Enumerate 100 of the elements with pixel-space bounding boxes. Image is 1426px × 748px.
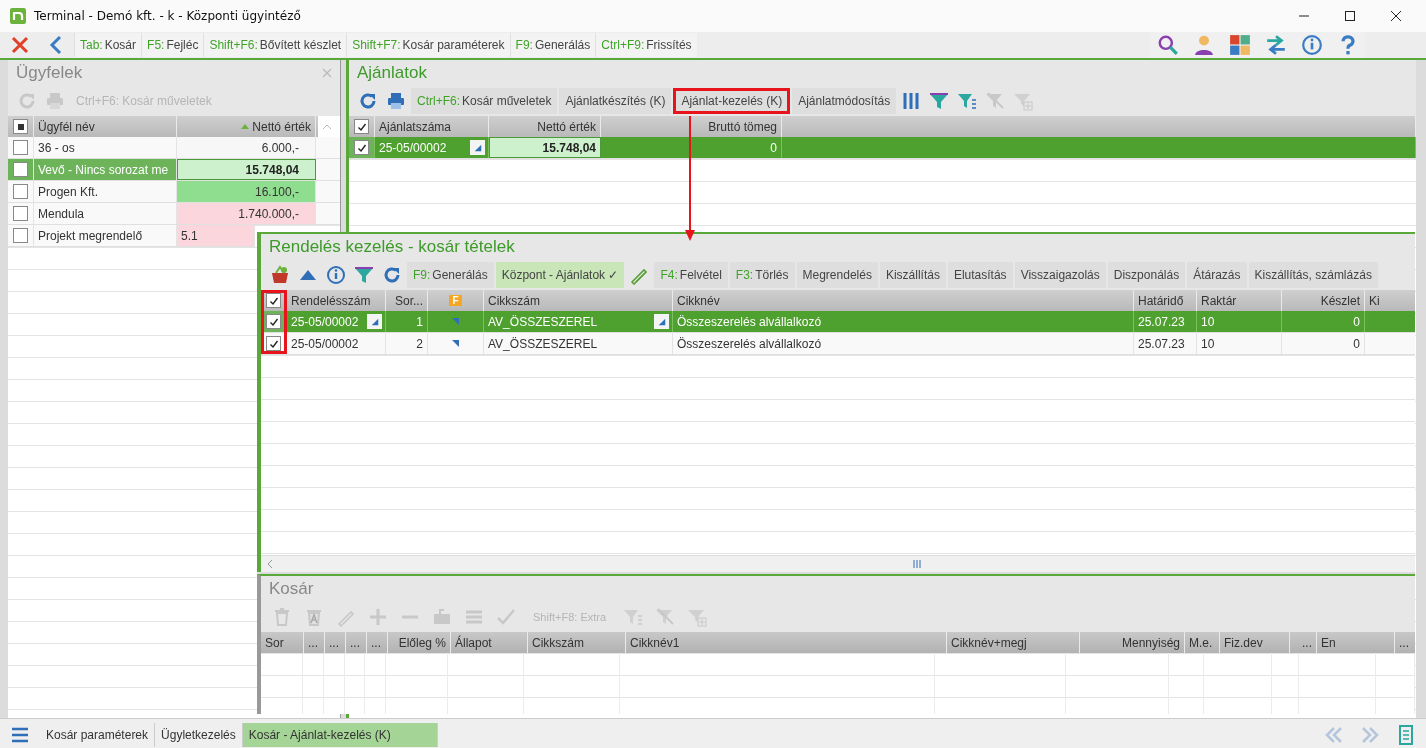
columns-icon[interactable] xyxy=(901,91,922,111)
column-header[interactable]: Bruttó tömeg xyxy=(708,119,777,134)
document-icon[interactable] xyxy=(1396,724,1416,745)
column-header[interactable]: Nettó érték xyxy=(252,119,311,134)
column-header[interactable]: Előleg % xyxy=(398,635,446,650)
column-header[interactable]: Nettó érték xyxy=(537,119,596,134)
column-header[interactable]: Fiz.dev xyxy=(1224,635,1263,650)
column-header[interactable]: Ki xyxy=(1369,293,1380,308)
toolbar-button[interactable]: Shift+F7: Kosár paraméterek xyxy=(346,33,510,57)
toolbar-button[interactable]: Kiszállítás, számlázás xyxy=(1248,262,1378,288)
header-checkbox[interactable] xyxy=(354,119,369,134)
toolbar-button[interactable]: F4: Felvétel xyxy=(654,262,728,288)
table-row[interactable]: 25-05/00002 2 AV_ÖSSZESZEREL Összeszerelés alvállalkozó 25.07.23 10 0 xyxy=(261,333,1415,355)
toolbar-button[interactable]: F9: Generálás xyxy=(407,262,494,288)
value-cell: 5.1 xyxy=(177,225,255,246)
scroll-up-icon[interactable] xyxy=(322,123,332,130)
toolbar-button[interactable]: Diszponálás xyxy=(1107,262,1186,288)
column-header[interactable]: ... xyxy=(350,635,360,650)
toolbar-button[interactable]: Központ - Ajánlatok ✓ xyxy=(495,262,625,288)
column-header[interactable]: ... xyxy=(371,635,381,650)
toolbar-button[interactable]: Tab: Kosár xyxy=(74,33,142,57)
column-header[interactable]: ... xyxy=(1399,635,1409,650)
refresh-icon[interactable] xyxy=(382,265,402,285)
column-header[interactable]: Cikkszám xyxy=(488,293,540,308)
column-header[interactable]: Ajánlatszáma xyxy=(379,119,452,134)
toolbar-button[interactable]: Ctrl+F9: Frissítés xyxy=(595,33,697,57)
column-header[interactable]: Határidő xyxy=(1138,293,1184,308)
check-icon[interactable] xyxy=(496,607,516,627)
table-cell: 10 xyxy=(1201,336,1215,351)
toolbar-button[interactable]: Átárazás xyxy=(1187,262,1247,288)
column-header[interactable]: Sor xyxy=(265,635,284,650)
column-header[interactable]: Cikkszám xyxy=(532,635,584,650)
toolbar-button[interactable]: Ajánlatkészítés (K) xyxy=(559,88,672,114)
column-header[interactable]: Cikknév+megj xyxy=(951,635,1027,650)
row-checkbox[interactable] xyxy=(13,228,28,243)
table-cell: 15.748,04 xyxy=(542,140,596,155)
header-checkbox[interactable] xyxy=(13,119,28,134)
table-row[interactable]: Progen Kft. 16.100,- xyxy=(8,181,340,203)
printer-icon[interactable] xyxy=(386,91,406,111)
column-header[interactable]: Cikknév1 xyxy=(630,635,680,650)
column-header[interactable]: ... xyxy=(308,635,318,650)
focused-cell[interactable]: 15.748,04 xyxy=(489,137,601,158)
basket-icon[interactable] xyxy=(270,265,290,285)
column-header[interactable]: Raktár xyxy=(1201,293,1237,308)
column-header[interactable]: Állapot xyxy=(455,635,492,650)
toolbar-button[interactable]: F5: Fejléc xyxy=(141,33,204,57)
bottom-tab[interactable]: Kosár - Ajánlat-kezelés (K) xyxy=(242,722,438,747)
filter-icon[interactable] xyxy=(354,265,374,285)
horizontal-scrollbar[interactable] xyxy=(261,555,1415,572)
column-header[interactable]: Ügyfél név xyxy=(38,119,95,134)
filter-list-icon[interactable] xyxy=(957,91,978,111)
toolbar-button[interactable]: Kiszállítás xyxy=(879,262,946,288)
toolbar-button[interactable]: Ajánlatmódosítás xyxy=(792,88,897,114)
row-checkbox[interactable] xyxy=(354,140,369,155)
check-mark-icon xyxy=(356,121,367,132)
toolbar-button[interactable]: Shift+F6: Bővített készlet xyxy=(203,33,347,57)
filter-icon[interactable] xyxy=(929,91,950,111)
row-checkbox[interactable] xyxy=(13,140,28,155)
toolbar-button[interactable]: F3: Törlés xyxy=(729,262,795,288)
trash-letter-icon[interactable] xyxy=(304,607,324,627)
row-checkbox[interactable] xyxy=(13,162,28,177)
table-cell: 0 xyxy=(770,140,777,155)
column-header[interactable]: Cikknév xyxy=(677,293,720,308)
table-row[interactable]: 36 - os 6.000,- xyxy=(8,137,340,159)
column-header[interactable]: M.e. xyxy=(1189,635,1213,650)
dropdown-icon[interactable] xyxy=(654,314,669,329)
toolbar-button[interactable]: Elutasítás xyxy=(947,262,1013,288)
table-row[interactable]: 25-05/00002 15.748,04 0 xyxy=(349,137,1416,159)
table-row[interactable]: Mendula 1.740.000,- xyxy=(8,203,340,225)
dropdown-icon[interactable] xyxy=(367,314,382,329)
header-checkbox[interactable] xyxy=(266,293,281,308)
check-mark-icon xyxy=(268,316,279,327)
toolbar-button[interactable]: Ajánlat-kezelés (K) xyxy=(673,88,791,114)
info-icon[interactable] xyxy=(326,265,346,285)
column-header[interactable]: En xyxy=(1321,635,1336,650)
table-row[interactable]: Projekt megrendelő 5.1 xyxy=(8,225,255,247)
column-header[interactable]: ... xyxy=(1302,635,1312,650)
refresh-icon[interactable] xyxy=(358,91,378,111)
square-mark-icon xyxy=(15,121,26,132)
dropdown-icon[interactable] xyxy=(470,140,485,155)
row-checkbox[interactable] xyxy=(13,184,28,199)
row-checkbox[interactable] xyxy=(13,206,28,221)
scroll-left-icon[interactable] xyxy=(267,559,273,569)
close-icon[interactable] xyxy=(1390,10,1402,22)
toolbar-button[interactable]: F9: Generálás xyxy=(509,33,596,57)
scroll-grip-icon[interactable] xyxy=(913,559,921,569)
toolbar-button[interactable]: Megrendelés xyxy=(796,262,878,288)
column-header[interactable]: ... xyxy=(329,635,339,650)
column-header[interactable]: Rendelésszám xyxy=(291,293,371,308)
maximize-icon[interactable] xyxy=(1344,10,1356,22)
app-logo-icon xyxy=(10,8,26,24)
row-checkbox[interactable] xyxy=(266,336,281,351)
column-header[interactable]: Készlet xyxy=(1320,293,1360,308)
column-header[interactable]: Mennyiség xyxy=(1121,635,1180,650)
check-mark-icon xyxy=(268,295,279,306)
toolbar-button[interactable]: Ctrl+F6: Kosár műveletek xyxy=(411,88,558,114)
column-header[interactable]: Sor... xyxy=(395,293,423,308)
table-row[interactable]: Vevő - Nincs sorozat me 15.748,04 xyxy=(8,159,340,181)
toolbar-button[interactable]: Visszaigazolás xyxy=(1014,262,1106,288)
row-checkbox[interactable] xyxy=(266,314,281,329)
